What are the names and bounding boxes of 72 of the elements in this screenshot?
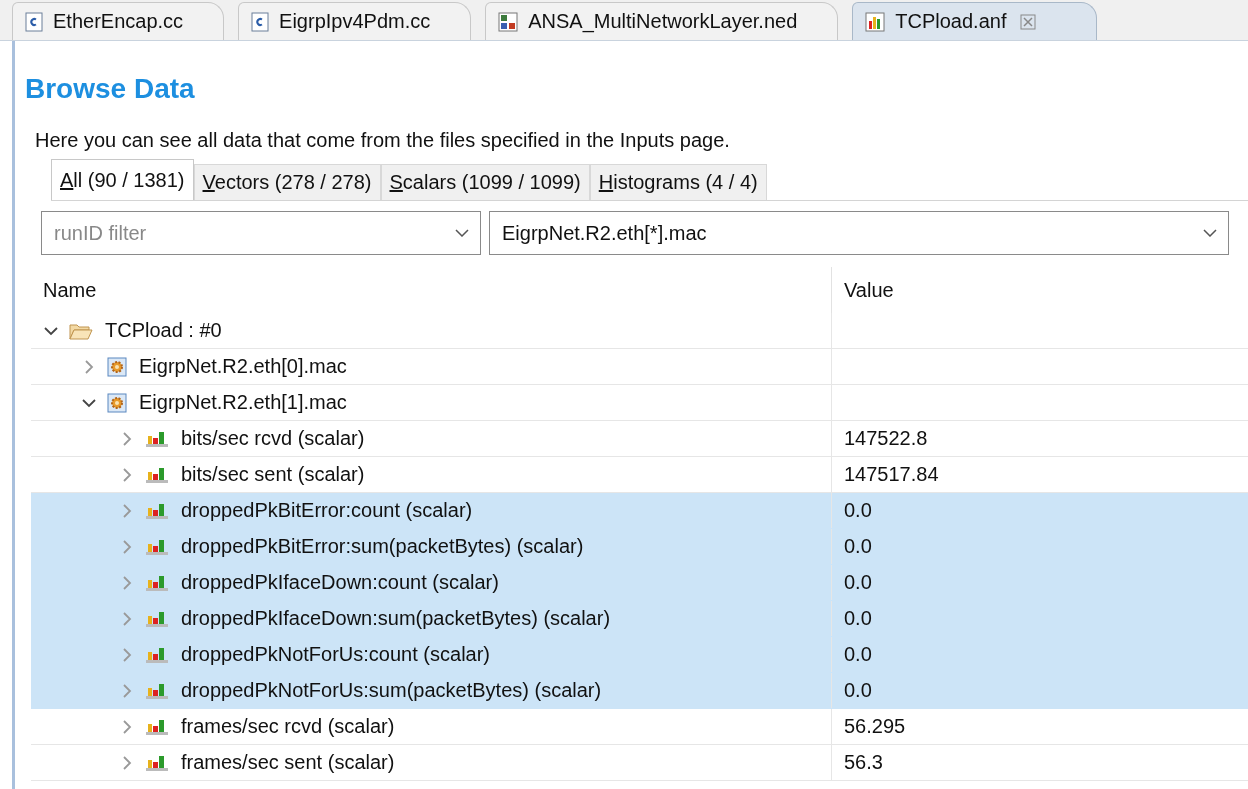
row-cell[interactable]: frames/sec sent (scalar)	[31, 745, 831, 780]
chart-file-icon	[865, 11, 886, 32]
row-cell[interactable]: bits/sec rcvd (scalar)	[31, 421, 831, 456]
description-text: Here you can see all data that come from the files specified in the Inputs page.	[35, 129, 731, 152]
tree-item-label[interactable]: frames/sec sent (scalar)	[181, 751, 395, 774]
filter-field[interactable]: EigrpNet.R2.eth[*].mac	[489, 211, 1229, 255]
row-cell[interactable]: frames/sec rcvd (scalar)	[31, 709, 831, 744]
tree-item-label[interactable]: TCPload : #0	[105, 319, 222, 342]
row-cell[interactable]: EigrpNet.R2.eth[1].mac	[31, 385, 831, 420]
value-text: 0.0	[844, 679, 872, 702]
row-cell[interactable]: TCPload : #0	[31, 313, 831, 348]
bar-chart-icon	[145, 645, 169, 664]
tree-item-label[interactable]: bits/sec sent (scalar)	[181, 463, 365, 486]
tree-item-label[interactable]: droppedPkBitError:sum(packetBytes) (scalar)	[181, 535, 584, 558]
bar-chart-icon	[145, 681, 169, 700]
bar-chart-icon	[145, 753, 169, 772]
data-tab[interactable]: Histograms (4 / 4)	[589, 164, 767, 200]
tree-item-label[interactable]: droppedPkNotForUs:sum(packetBytes) (scalar)	[181, 679, 602, 702]
editor-tab[interactable]: EigrpIpv4Pdm.cc	[238, 2, 472, 40]
value-text: 0.0	[844, 643, 872, 666]
column-header[interactable]: Name	[31, 267, 831, 313]
selected-row-cell[interactable]: droppedPkBitError:count (scalar)	[31, 493, 831, 528]
bar-chart-icon	[145, 609, 169, 628]
selected-row-cell[interactable]: droppedPkIfaceDown:sum(packetBytes) (scalar)	[31, 601, 831, 636]
page-title: Browse Data	[25, 72, 196, 106]
tree-item-label[interactable]: frames/sec rcvd (scalar)	[181, 715, 395, 738]
bar-chart-icon	[145, 717, 169, 736]
selected-row-cell[interactable]: droppedPkIfaceDown:count (scalar)	[31, 565, 831, 600]
value-text: 56.295	[844, 715, 906, 738]
bar-chart-icon	[145, 429, 169, 448]
file-icon	[25, 11, 43, 32]
tree-item-label[interactable]: bits/sec rcvd (scalar)	[181, 427, 365, 450]
row-cell[interactable]: EigrpNet.R2.eth[0].mac	[31, 349, 831, 384]
value-text: 0.0	[844, 499, 872, 522]
filter-field[interactable]: runID filter	[41, 211, 481, 255]
row-cell[interactable]: bits/sec sent (scalar)	[31, 457, 831, 492]
bar-chart-icon	[145, 501, 169, 520]
tree-item-label[interactable]: droppedPkIfaceDown:sum(packetBytes) (scalar)	[181, 607, 611, 630]
bar-chart-icon	[145, 573, 169, 592]
selected-row-cell[interactable]: droppedPkBitError:sum(packetBytes) (scalar)	[31, 529, 831, 564]
value-text: 147522.8	[844, 427, 928, 450]
value-text: 0.0	[844, 535, 872, 558]
editor-tab[interactable]: TCPload.anf	[852, 2, 1098, 40]
value-text: 147517.84	[844, 463, 939, 486]
tree-item-label[interactable]: droppedPkIfaceDown:count (scalar)	[181, 571, 499, 594]
diagram-icon	[498, 11, 519, 32]
folder-icon	[69, 321, 93, 340]
gear-icon	[107, 356, 127, 377]
file-icon	[251, 11, 270, 32]
column-header[interactable]: Value	[831, 267, 1226, 313]
selected-row-cell[interactable]: droppedPkNotForUs:count (scalar)	[31, 637, 831, 672]
chevron-down-icon[interactable]	[81, 397, 97, 408]
value-text: 56.3	[844, 751, 883, 774]
data-tab[interactable]: Vectors (278 / 278)	[193, 164, 381, 200]
tree-item-label[interactable]: EigrpNet.R2.eth[1].mac	[139, 391, 347, 414]
tree-item-label[interactable]: EigrpNet.R2.eth[0].mac	[139, 355, 347, 378]
value-text: 0.0	[844, 571, 872, 594]
selected-row-cell[interactable]: droppedPkNotForUs:sum(packetBytes) (scalar)	[31, 673, 831, 708]
value-text: 0.0	[844, 607, 872, 630]
chevron-down-icon[interactable]	[455, 229, 469, 237]
chevron-down-icon[interactable]	[1203, 229, 1217, 237]
data-tab[interactable]: Scalars (1099 / 1099)	[380, 164, 590, 200]
gear-icon	[107, 392, 127, 413]
bar-chart-icon	[145, 537, 169, 556]
editor-tab[interactable]: EtherEncap.cc	[12, 2, 225, 40]
close-icon[interactable]	[1020, 13, 1037, 30]
editor-tab[interactable]: ANSA_MultiNetworkLayer.ned	[485, 2, 839, 40]
chevron-down-icon[interactable]	[43, 325, 59, 336]
bar-chart-icon	[145, 465, 169, 484]
tree-item-label[interactable]: droppedPkNotForUs:count (scalar)	[181, 643, 490, 666]
data-tab[interactable]: All (90 / 1381)	[51, 159, 194, 200]
tree-item-label[interactable]: droppedPkBitError:count (scalar)	[181, 499, 473, 522]
